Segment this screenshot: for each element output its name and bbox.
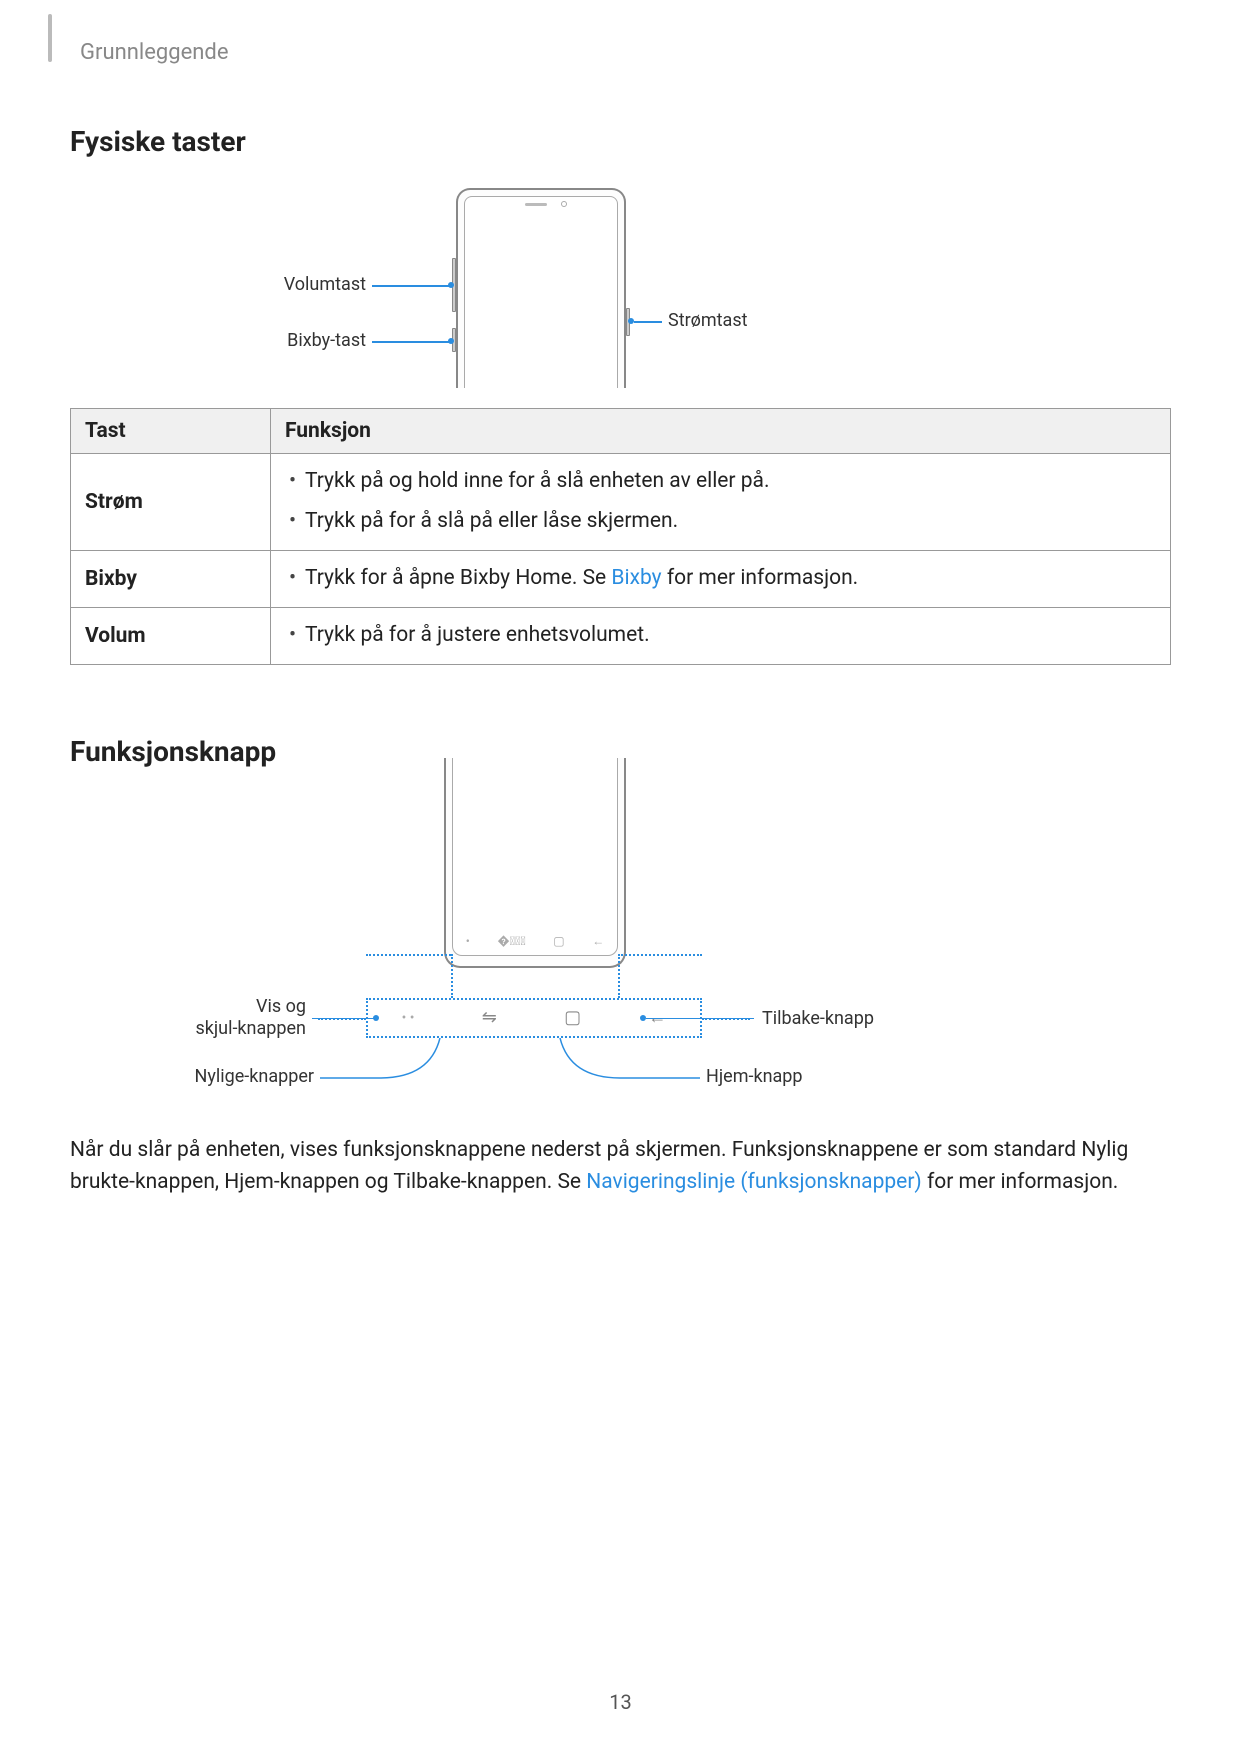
- key-function: Trykk på for å justere enhetsvolumet.: [271, 607, 1171, 664]
- key-name: Volum: [71, 607, 271, 664]
- label-recents-button: Nylige-knapper: [180, 1066, 314, 1087]
- callout-curve: [320, 1038, 470, 1082]
- projection-line: [618, 954, 620, 998]
- recents-icon: ⇋: [482, 1007, 497, 1028]
- label-home-button: Hjem-knapp: [706, 1066, 803, 1087]
- page-number: 13: [0, 1690, 1241, 1714]
- callout-line: [634, 321, 662, 323]
- callout-dot: [448, 282, 454, 288]
- breadcrumb: Grunnleggende: [80, 40, 1171, 65]
- callout-line: [372, 341, 450, 343]
- text-fragment: for mer informasjon.: [922, 1170, 1119, 1194]
- page-edge-mark: [48, 14, 52, 62]
- callout-dot: [448, 338, 454, 344]
- label-volume-key: Volumtast: [276, 274, 366, 295]
- label-show-hide-l2: skjul-knappen: [190, 1018, 306, 1039]
- table-header-row: Tast Funksjon: [71, 409, 1171, 454]
- diagram-soft-keys: • �⃓⃓⃓ ▢ ← • • ⇋ ▢ ← Vis og skjul-knappe…: [70, 798, 1171, 1098]
- home-icon: ▢: [553, 934, 564, 948]
- keys-table: Tast Funksjon Strøm Trykk på og hold inn…: [70, 408, 1171, 665]
- table-row: Volum Trykk på for å justere enhetsvolum…: [71, 607, 1171, 664]
- key-name: Bixby: [71, 550, 271, 607]
- phone-top-illustration: [450, 188, 632, 388]
- key-function: Trykk på og hold inne for å slå enheten …: [271, 454, 1171, 551]
- section-soft-keys: Funksjonsknapp • �⃓⃓⃓ ▢ ← • • ⇋ ▢: [70, 735, 1171, 1199]
- function-item: Trykk på for å justere enhetsvolumet.: [285, 616, 1156, 656]
- function-item: Trykk på for å slå på eller låse skjerme…: [285, 502, 1156, 542]
- back-icon: ←: [592, 934, 604, 948]
- function-item: Trykk for å åpne Bixby Home. Se Bixby fo…: [285, 559, 1156, 599]
- diagram-physical-keys: Volumtast Bixby-tast Strømtast: [70, 188, 1171, 388]
- home-icon: ▢: [564, 1007, 581, 1028]
- function-item: Trykk på og hold inne for å slå enheten …: [285, 462, 1156, 502]
- text-fragment: for mer informasjon.: [662, 566, 859, 590]
- show-hide-dot-icon: • •: [402, 1010, 415, 1026]
- section-title-physical-keys: Fysiske taster: [70, 125, 1171, 158]
- key-function: Trykk for å åpne Bixby Home. Se Bixby fo…: [271, 550, 1171, 607]
- phone-bottom-illustration: • �⃓⃓⃓ ▢ ←: [440, 798, 630, 978]
- label-back-button: Tilbake-knapp: [762, 1008, 874, 1029]
- key-name: Strøm: [71, 454, 271, 551]
- callout-curve: [540, 1038, 700, 1082]
- label-bixby-key: Bixby-tast: [276, 330, 366, 351]
- table-row: Bixby Trykk for å åpne Bixby Home. Se Bi…: [71, 550, 1171, 607]
- header-function: Funksjon: [271, 409, 1171, 454]
- link-bixby[interactable]: Bixby: [611, 566, 661, 590]
- callout-line: [646, 1018, 754, 1020]
- label-power-key: Strømtast: [668, 310, 748, 331]
- link-navigation-bar[interactable]: Navigeringslinje (funksjonsknapper): [586, 1170, 921, 1194]
- callout-line: [312, 1018, 374, 1020]
- callout-dot: [373, 1015, 379, 1021]
- recents-icon: �⃓⃓⃓: [497, 934, 525, 948]
- label-show-hide-l1: Vis og: [190, 996, 306, 1017]
- text-fragment: Trykk for å åpne Bixby Home. Se: [305, 566, 611, 590]
- navbar-onscreen-small: • �⃓⃓⃓ ▢ ←: [452, 928, 618, 954]
- callout-line: [372, 285, 450, 287]
- table-row: Strøm Trykk på og hold inne for å slå en…: [71, 454, 1171, 551]
- projection-line: [618, 954, 702, 956]
- header-key: Tast: [71, 409, 271, 454]
- page-content: Grunnleggende Fysiske taster Volumtast B…: [0, 0, 1241, 1199]
- projection-line: [366, 954, 451, 956]
- projection-line: [451, 954, 453, 998]
- description-paragraph: Når du slår på enheten, vises funksjonsk…: [70, 1134, 1171, 1199]
- dot-icon: •: [466, 934, 470, 948]
